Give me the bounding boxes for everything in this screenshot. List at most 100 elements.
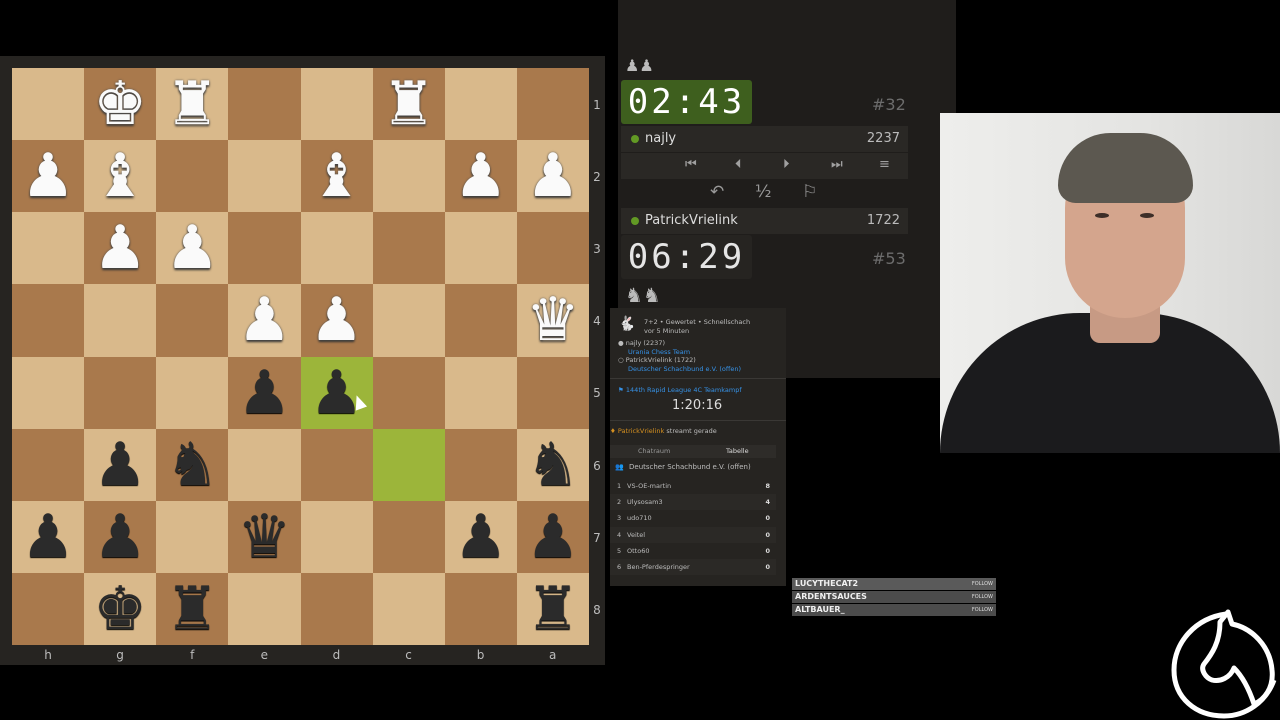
leaderboard-row[interactable]: 4 Veitel 0: [610, 526, 776, 543]
square-h5[interactable]: [12, 356, 85, 429]
leaderboard-player[interactable]: Otto60: [627, 543, 649, 559]
square-d7[interactable]: [300, 500, 373, 573]
chess-piece[interactable]: ♜: [165, 74, 219, 134]
square-b7[interactable]: ♟: [444, 500, 517, 573]
next-move-icon[interactable]: ⏵: [783, 157, 790, 172]
chess-piece[interactable]: ♝: [93, 146, 147, 206]
chess-piece[interactable]: ♟: [93, 507, 147, 567]
square-b5[interactable]: [444, 356, 517, 429]
tab-table[interactable]: Tabelle: [726, 447, 749, 455]
leaderboard-row[interactable]: 6 Ben-Pferdespringer 0: [610, 559, 776, 575]
square-g7[interactable]: ♟: [84, 500, 157, 573]
square-e8[interactable]: [228, 572, 301, 645]
square-h3[interactable]: [12, 212, 85, 285]
player-bottom-name[interactable]: PatrickVrielink: [645, 213, 738, 228]
square-e7[interactable]: ♛: [228, 500, 301, 573]
square-a4[interactable]: ♛: [516, 284, 589, 357]
square-e2[interactable]: [228, 140, 301, 213]
chess-piece[interactable]: ♛: [238, 507, 292, 567]
first-move-icon[interactable]: ⏮: [685, 157, 697, 172]
player-bottom-row[interactable]: PatrickVrielink 1722: [621, 208, 908, 234]
square-g3[interactable]: ♟: [84, 212, 157, 285]
white-team[interactable]: Urania Chess Team: [628, 348, 690, 356]
square-c5[interactable]: [372, 356, 445, 429]
square-f2[interactable]: [156, 140, 229, 213]
streamer-name[interactable]: PatrickVrielink: [618, 427, 664, 435]
chess-piece[interactable]: ♟: [93, 218, 147, 278]
square-h2[interactable]: ♟: [12, 140, 85, 213]
chess-piece[interactable]: ♜: [165, 579, 219, 639]
chess-piece[interactable]: ♟: [165, 218, 219, 278]
square-a1[interactable]: [516, 68, 589, 141]
chess-piece[interactable]: ♟: [238, 290, 292, 350]
square-g5[interactable]: [84, 356, 157, 429]
square-f3[interactable]: ♟: [156, 212, 229, 285]
chess-piece[interactable]: ♚: [93, 579, 147, 639]
leaderboard-row[interactable]: 1 VS-OE-martin 8: [610, 478, 776, 494]
leaderboard-player[interactable]: Ulysosam3: [627, 494, 663, 510]
square-h7[interactable]: ♟: [12, 500, 85, 573]
draw-offer-button[interactable]: ½: [755, 182, 771, 202]
chess-piece[interactable]: ♚: [93, 74, 147, 134]
square-d3[interactable]: [300, 212, 373, 285]
chess-piece[interactable]: ♛: [526, 290, 580, 350]
square-d6[interactable]: [300, 428, 373, 501]
square-b1[interactable]: [444, 68, 517, 141]
black-player-info[interactable]: ○ PatrickVrielink (1722): [618, 356, 696, 364]
square-d1[interactable]: [300, 68, 373, 141]
square-a5[interactable]: [516, 356, 589, 429]
square-b6[interactable]: [444, 428, 517, 501]
takeback-icon[interactable]: ↶: [710, 182, 724, 202]
chess-piece[interactable]: ♟: [21, 146, 75, 206]
team-name[interactable]: Deutscher Schachbund e.V. (offen): [629, 459, 751, 475]
chess-piece[interactable]: ♟: [526, 507, 580, 567]
team-name-row[interactable]: 👥 Deutscher Schachbund e.V. (offen): [610, 459, 776, 475]
square-h1[interactable]: [12, 68, 85, 141]
chess-piece[interactable]: ♟: [310, 290, 364, 350]
chess-piece[interactable]: ♟: [310, 363, 364, 423]
tournament-name[interactable]: 144th Rapid League 4C Teamkampf: [626, 386, 742, 394]
chess-piece[interactable]: ♟: [454, 507, 508, 567]
square-g4[interactable]: [84, 284, 157, 357]
square-a8[interactable]: ♜: [516, 572, 589, 645]
tournament-link[interactable]: ⚑ 144th Rapid League 4C Teamkampf: [618, 386, 742, 394]
square-g8[interactable]: ♚: [84, 572, 157, 645]
square-c8[interactable]: [372, 572, 445, 645]
square-c6[interactable]: [372, 428, 445, 501]
square-h8[interactable]: [12, 572, 85, 645]
square-a2[interactable]: ♟: [516, 140, 589, 213]
leaderboard-row[interactable]: 3 udo710 0: [610, 510, 776, 526]
prev-move-icon[interactable]: ⏴: [735, 157, 742, 172]
square-f4[interactable]: [156, 284, 229, 357]
chess-piece[interactable]: ♞: [526, 435, 580, 495]
tab-chat[interactable]: Chatraum: [638, 447, 670, 455]
square-g1[interactable]: ♚: [84, 68, 157, 141]
square-f1[interactable]: ♜: [156, 68, 229, 141]
leaderboard-row[interactable]: 2 Ulysosam3 4: [610, 494, 776, 511]
square-f7[interactable]: [156, 500, 229, 573]
square-b3[interactable]: [444, 212, 517, 285]
square-g6[interactable]: ♟: [84, 428, 157, 501]
chess-piece[interactable]: ♟: [93, 435, 147, 495]
square-e6[interactable]: [228, 428, 301, 501]
square-e5[interactable]: ♟: [228, 356, 301, 429]
menu-icon[interactable]: ≡: [879, 157, 890, 172]
leaderboard-player[interactable]: Ben-Pferdespringer: [627, 559, 690, 575]
square-f6[interactable]: ♞: [156, 428, 229, 501]
leaderboard-row[interactable]: 5 Otto60 0: [610, 543, 776, 559]
square-h4[interactable]: [12, 284, 85, 357]
chess-piece[interactable]: ♟: [526, 146, 580, 206]
white-player-info[interactable]: ● najly (2237): [618, 339, 665, 347]
player-top-name[interactable]: najly: [645, 131, 676, 146]
square-a3[interactable]: [516, 212, 589, 285]
last-move-icon[interactable]: ⏭: [831, 157, 843, 172]
square-a6[interactable]: ♞: [516, 428, 589, 501]
leaderboard-player[interactable]: Veitel: [627, 527, 645, 543]
leaderboard-player[interactable]: udo710: [627, 510, 652, 526]
square-a7[interactable]: ♟: [516, 500, 589, 573]
square-c7[interactable]: [372, 500, 445, 573]
square-h6[interactable]: [12, 428, 85, 501]
square-b2[interactable]: ♟: [444, 140, 517, 213]
square-f5[interactable]: [156, 356, 229, 429]
square-f8[interactable]: ♜: [156, 572, 229, 645]
